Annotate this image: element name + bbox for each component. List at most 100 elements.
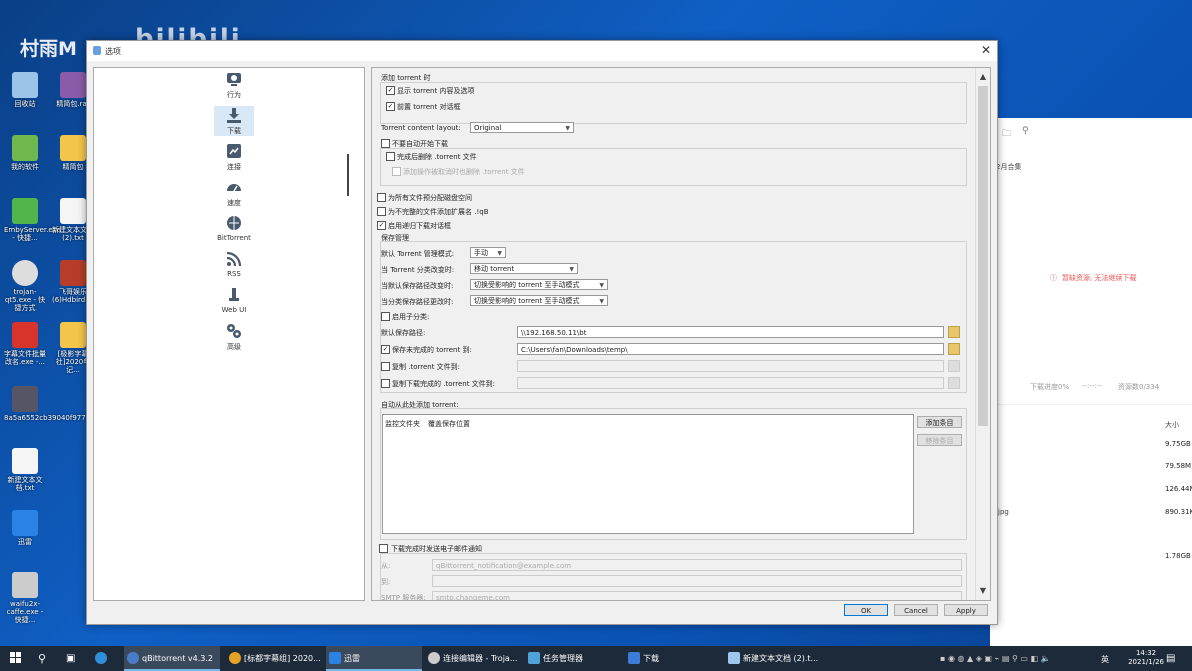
advanced-icon	[227, 324, 241, 338]
keep-incomplete-checkbox[interactable]: ✓	[381, 345, 390, 354]
desktop-icon-recycle-bin[interactable]: 回收站	[4, 72, 46, 108]
nav-downloads[interactable]: 下载	[214, 106, 254, 136]
collection-label: 2月合集	[996, 163, 1022, 171]
prealloc-checkbox[interactable]	[377, 193, 386, 202]
rar-icon	[60, 72, 86, 98]
desktop-icon-thunder[interactable]: 迅雷	[4, 510, 46, 546]
input-language[interactable]: 英	[1101, 654, 1109, 665]
email-notify-checkbox[interactable]	[379, 544, 388, 553]
windows-icon	[10, 652, 21, 663]
search-button[interactable]: ⚲	[32, 646, 56, 671]
edge-button[interactable]	[92, 646, 116, 671]
cancel-button[interactable]: Cancel	[894, 604, 938, 616]
webui-icon	[229, 288, 239, 301]
desktop-icon-trojan[interactable]: trojan-qt5.exe - 快捷方式	[4, 260, 46, 312]
ok-button[interactable]: OK	[844, 604, 888, 616]
scroll-thumb[interactable]	[978, 86, 988, 426]
default-path-changed-select[interactable]: 切换受影响的 torrent 至手动模式 ▼	[470, 279, 608, 290]
copy-finished-checkbox[interactable]	[381, 379, 390, 388]
nav-advanced[interactable]: 高级	[214, 322, 254, 352]
to-input[interactable]	[432, 575, 962, 587]
chevron-down-icon: ▼	[565, 125, 570, 132]
waifu2x-icon	[12, 572, 38, 598]
background-app-window: 🗀 ⚲ 2月合集 ⓘ 暂缺资源, 无法继续下载 下载进度0% --:--:-- …	[990, 118, 1192, 648]
desktop-icon-text-file[interactable]: 新建文本文档.txt	[4, 448, 46, 492]
watermark-text: 村雨M	[20, 38, 77, 60]
from-label: 从:	[381, 562, 391, 570]
copy-torrent-path-input[interactable]	[517, 360, 944, 372]
cat-path-changed-select[interactable]: 切换受影响的 torrent 至手动模式 ▼	[470, 295, 608, 306]
nav-connection[interactable]: 连接	[214, 142, 254, 172]
bring-front-checkbox[interactable]: ✓	[386, 102, 395, 111]
table-header-watched-folder: 监控文件夹	[385, 420, 420, 428]
nav-speed[interactable]: 速度	[214, 178, 254, 208]
cat-changed-select[interactable]: 移动 torrent ▼	[470, 263, 578, 274]
no-auto-start-checkbox[interactable]	[381, 139, 390, 148]
apply-button[interactable]: Apply	[944, 604, 988, 616]
recursive-label: 启用递归下载对话框	[388, 222, 451, 230]
nav-bittorrent[interactable]: BitTorrent	[214, 214, 254, 242]
folder-browse-button[interactable]	[948, 377, 960, 389]
smtp-input[interactable]: smtp.changeme.com	[432, 591, 962, 600]
options-sidebar: 行为 下载 连接 速度 BitTorrent RSS Web UI 高级	[93, 67, 365, 601]
tmm-select[interactable]: 手动 ▼	[470, 247, 506, 258]
nav-webui[interactable]: Web UI	[214, 286, 254, 314]
delete-after-checkbox[interactable]	[386, 152, 395, 161]
task-view-button[interactable]: ▣	[60, 646, 84, 671]
copy-finished-path-input[interactable]	[517, 377, 944, 389]
show-content-checkbox[interactable]: ✓	[386, 86, 395, 95]
recursive-checkbox[interactable]: ✓	[377, 221, 386, 230]
taskbar-item-trojan[interactable]: 连接编辑器 - Troja...	[425, 646, 521, 671]
default-path-changed-label: 当默认保存路径改变时:	[381, 282, 454, 290]
desktop-icon-emby[interactable]: EmbyServer.exe - 快捷...	[4, 198, 61, 242]
desktop-icon-waifu2x[interactable]: waifu2x-caffe.exe - 快捷...	[4, 572, 46, 624]
layout-select[interactable]: Original ▼	[470, 122, 574, 133]
cat-path-changed-label: 当分类保存路径更改时:	[381, 298, 454, 306]
keep-incomplete-path-input[interactable]: C:\Users\fan\Downloads\temp\	[517, 343, 944, 355]
append-qb-label: 为不完整的文件添加扩展名 .!qB	[388, 208, 489, 216]
desktop-icon-image-file[interactable]: 8a5a6552cb39040f977...	[4, 386, 92, 422]
subcategories-checkbox[interactable]	[381, 312, 390, 321]
scroll-up-icon[interactable]: ▲	[976, 70, 990, 84]
smtp-label: SMTP 服务器:	[381, 594, 426, 601]
subcategories-label: 启用子分类:	[392, 313, 430, 321]
from-input[interactable]: qBittorrent_notification@example.com	[432, 559, 962, 571]
add-entry-button[interactable]: 添加条目	[917, 416, 962, 428]
dialog-titlebar[interactable]: 选项 ✕	[87, 41, 997, 61]
thunder-icon	[329, 652, 341, 664]
close-button[interactable]: ✕	[979, 43, 993, 57]
folder-browse-button[interactable]	[948, 343, 960, 355]
taskbar-item-downloads[interactable]: 下载	[625, 646, 721, 671]
search-icon[interactable]: ⚲	[1022, 126, 1029, 136]
tray-icons[interactable]: ▪ ◉ ◍ ▲ ◈ ▣ ⌁ ▤ ⚲ ▭ ◧ 🔈	[940, 654, 1051, 663]
desktop-icon-sub-rename[interactable]: 字幕文件批量改名.exe -...	[4, 322, 46, 366]
time-text: --:--:--	[1082, 382, 1102, 390]
folder-icon	[12, 135, 38, 161]
chevron-down-icon: ▼	[599, 282, 604, 289]
start-button[interactable]	[4, 646, 28, 671]
append-qb-checkbox[interactable]	[377, 207, 386, 216]
folder-browse-button[interactable]	[948, 326, 960, 338]
taskbar-item-qbittorrent[interactable]: qBittorrent v4.3.2	[124, 646, 220, 671]
remove-entry-button[interactable]: 移除条目	[917, 434, 962, 446]
show-content-label: 显示 torrent 内容及选项	[397, 87, 475, 95]
size-header: 大小	[1165, 421, 1179, 429]
nav-behavior[interactable]: 行为	[214, 70, 254, 100]
taskbar-item-notepad[interactable]: 新建文本文档 (2).t...	[725, 646, 821, 671]
nav-rss[interactable]: RSS	[214, 250, 254, 278]
copy-torrent-checkbox[interactable]	[381, 362, 390, 371]
default-save-path-input[interactable]: \\192.168.50.11\bt	[517, 326, 944, 338]
rss-icon	[226, 251, 242, 267]
notification-icon[interactable]: ▤	[1166, 653, 1175, 664]
folder-icon	[60, 135, 86, 161]
system-clock[interactable]: 14:32 2021/1/26	[1128, 649, 1164, 667]
scroll-down-icon[interactable]: ▼	[976, 584, 990, 598]
content-scrollbar[interactable]: ▲ ▼	[975, 68, 990, 600]
folder-browse-button[interactable]	[948, 360, 960, 372]
delete-cancelled-checkbox[interactable]	[392, 167, 401, 176]
desktop-icon-my-software[interactable]: 我的软件	[4, 135, 46, 171]
taskbar-item-thunder[interactable]: 迅雷	[326, 646, 422, 671]
watched-folders-table[interactable]: 监控文件夹 覆盖保存位置	[382, 414, 914, 534]
taskbar-item-task-manager[interactable]: 任务管理器	[525, 646, 621, 671]
taskbar-item-chrome[interactable]: [标都字幕组] 2020...	[226, 646, 322, 671]
